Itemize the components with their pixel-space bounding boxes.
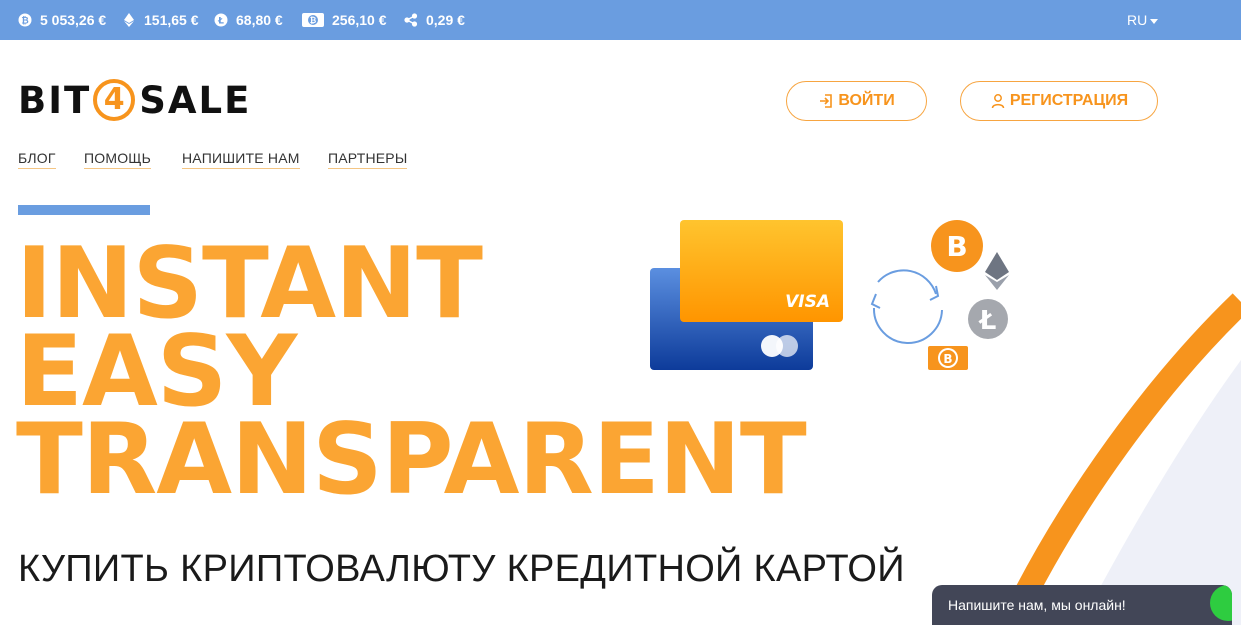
price-ticker-bar: ₿ 5 053,26 € 151,65 € Ł 68,80 € ₿ 256,10… bbox=[0, 0, 1241, 40]
register-button[interactable]: РЕГИСТРАЦИЯ bbox=[960, 81, 1158, 121]
nav-link-contact[interactable]: НАПИШИТЕ НАМ bbox=[182, 150, 300, 169]
ethereum-coin-icon bbox=[985, 252, 1009, 290]
site-logo[interactable]: BIT 4 SALE bbox=[18, 76, 251, 124]
svg-text:₿: ₿ bbox=[21, 16, 28, 27]
language-selector[interactable]: RU bbox=[1127, 0, 1159, 40]
ticker-item-ethereum: 151,65 € bbox=[122, 0, 199, 40]
hero-subtitle: КУПИТЬ КРИПТОВАЛЮТУ КРЕДИТНОЙ КАРТОЙ bbox=[18, 548, 905, 590]
register-label: РЕГИСТРАЦИЯ bbox=[1009, 92, 1129, 109]
bitcoin-cash-icon: ₿ bbox=[302, 13, 324, 27]
caret-down-icon bbox=[1150, 18, 1159, 24]
chat-label: Напишите нам, мы онлайн! bbox=[948, 597, 1126, 613]
visa-card: VISA bbox=[680, 220, 843, 322]
logo-text-left: BIT bbox=[18, 78, 92, 122]
ticker-item-litecoin: Ł 68,80 € bbox=[214, 0, 283, 40]
svg-text:B: B bbox=[943, 352, 952, 366]
visa-label: VISA bbox=[785, 292, 830, 312]
ticker-item-bitcoin-cash: ₿ 256,10 € bbox=[302, 0, 387, 40]
ticker-item-bitcoin: ₿ 5 053,26 € bbox=[18, 0, 106, 40]
ticker-item-ripple: 0,29 € bbox=[404, 0, 465, 40]
login-icon bbox=[820, 94, 833, 108]
bitcoin-icon: ₿ bbox=[18, 13, 32, 27]
nav-link-blog[interactable]: БЛОГ bbox=[18, 150, 56, 169]
litecoin-coin-icon: Ł bbox=[968, 299, 1008, 339]
logo-text-right: SALE bbox=[139, 78, 252, 122]
ticker-price: 68,80 € bbox=[236, 12, 283, 28]
bitcoin-coin-icon: B bbox=[931, 220, 983, 272]
logo-digit: 4 bbox=[93, 79, 136, 121]
ticker-price: 256,10 € bbox=[332, 12, 387, 28]
user-icon bbox=[991, 94, 1005, 109]
ethereum-icon bbox=[122, 13, 136, 27]
ticker-price: 151,65 € bbox=[144, 12, 199, 28]
svg-text:Ł: Ł bbox=[978, 306, 997, 336]
bitcoin-cash-coin-icon: B bbox=[928, 346, 968, 370]
accent-bar bbox=[18, 205, 150, 215]
login-label: ВОЙТИ bbox=[838, 92, 895, 109]
chat-widget[interactable]: Напишите нам, мы онлайн! bbox=[932, 585, 1232, 625]
hero-line: TRANSPARENT bbox=[16, 403, 807, 517]
nav-link-partners[interactable]: ПАРТНЕРЫ bbox=[328, 150, 408, 169]
nav-link-help[interactable]: ПОМОЩЬ bbox=[84, 150, 152, 169]
ripple-icon bbox=[404, 13, 418, 27]
ticker-price: 5 053,26 € bbox=[40, 12, 107, 28]
exchange-arrows-icon bbox=[870, 269, 943, 344]
svg-text:Ł: Ł bbox=[217, 17, 224, 27]
ticker-price: 0,29 € bbox=[426, 12, 465, 28]
litecoin-icon: Ł bbox=[214, 13, 228, 27]
language-label: RU bbox=[1127, 12, 1148, 28]
cards-crypto-illustration: VISA B Ł B bbox=[650, 220, 1009, 370]
svg-text:B: B bbox=[946, 230, 967, 263]
online-status-icon bbox=[1210, 585, 1232, 621]
svg-text:₿: ₿ bbox=[310, 16, 317, 25]
login-button[interactable]: ВОЙТИ bbox=[786, 81, 927, 121]
